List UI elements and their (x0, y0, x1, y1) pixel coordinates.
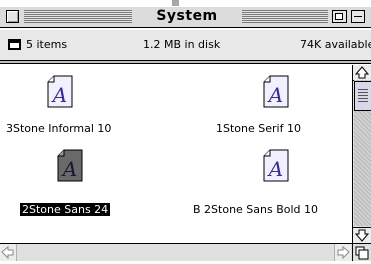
available-space: 74K available (300, 38, 371, 51)
horizontal-scrollbar[interactable] (0, 243, 352, 261)
scroll-down-arrow-icon[interactable] (353, 227, 371, 243)
svg-text:A: A (51, 83, 67, 107)
window-title-bar[interactable]: System (0, 6, 371, 28)
collapse-box-button[interactable] (351, 10, 365, 23)
font-file-icon[interactable]: A (47, 75, 73, 108)
font-file-icon[interactable]: A (263, 75, 289, 108)
header-divider (0, 61, 371, 64)
scroll-left-arrow-icon[interactable] (0, 244, 17, 261)
svg-text:A: A (267, 83, 283, 107)
font-file-icon[interactable]: A (263, 149, 289, 182)
zoom-box-button[interactable] (332, 10, 347, 23)
items-count: 5 items (26, 38, 68, 51)
vertical-scrollbar[interactable] (352, 65, 371, 243)
svg-text:A: A (267, 157, 283, 181)
resize-box-icon[interactable] (352, 243, 371, 261)
title-bar-stripes-left (24, 10, 132, 23)
svg-text:A: A (61, 157, 77, 181)
file-name[interactable]: 3Stone Informal 10 (4, 122, 113, 135)
file-name[interactable]: 2Stone Sans 24 (20, 203, 111, 216)
file-name[interactable]: B 2Stone Sans Bold 10 (191, 203, 320, 216)
file-list-area[interactable]: A 3Stone Informal 10 A 1Stone Serif 10 A… (0, 65, 352, 243)
scroll-up-arrow-icon[interactable] (353, 65, 371, 81)
title-bar-stripes-right (242, 10, 328, 23)
disk-used: 1.2 MB in disk (143, 38, 221, 51)
scroll-right-arrow-icon[interactable] (334, 244, 351, 261)
font-file-icon[interactable]: A (57, 149, 83, 182)
file-name[interactable]: 1Stone Serif 10 (214, 122, 303, 135)
window-icon (8, 39, 21, 50)
window-title: System (132, 8, 242, 26)
vertical-scroll-thumb[interactable] (354, 81, 371, 111)
close-box-button[interactable] (6, 10, 19, 23)
window-info-bar: 5 items 1.2 MB in disk 74K available (0, 29, 371, 61)
